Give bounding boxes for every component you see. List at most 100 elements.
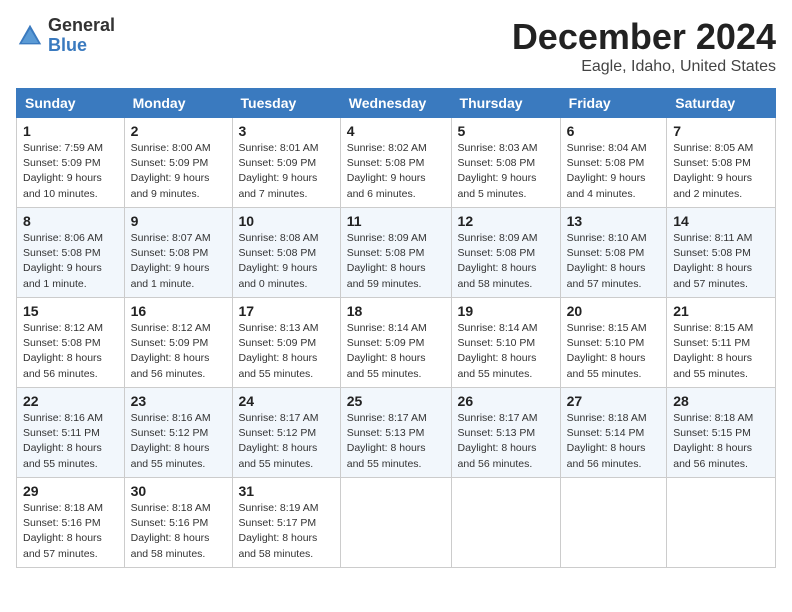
col-wednesday: Wednesday bbox=[340, 89, 451, 118]
logo-icon bbox=[16, 22, 44, 50]
day-number: 20 bbox=[567, 303, 661, 319]
day-info: Sunrise: 8:16 AM Sunset: 5:11 PM Dayligh… bbox=[23, 411, 118, 472]
table-cell bbox=[451, 478, 560, 568]
day-number: 13 bbox=[567, 213, 661, 229]
table-cell: 25 Sunrise: 8:17 AM Sunset: 5:13 PM Dayli… bbox=[340, 388, 451, 478]
day-info: Sunrise: 8:05 AM Sunset: 5:08 PM Dayligh… bbox=[673, 141, 769, 202]
day-number: 3 bbox=[239, 123, 334, 139]
logo-general: General bbox=[48, 16, 115, 36]
table-cell: 11Sunrise: 8:09 AM Sunset: 5:08 PM Dayli… bbox=[340, 208, 451, 298]
calendar-table: Sunday Monday Tuesday Wednesday Thursday… bbox=[16, 88, 776, 568]
table-cell: 1Sunrise: 7:59 AM Sunset: 5:09 PM Daylig… bbox=[17, 118, 125, 208]
day-info: Sunrise: 8:14 AM Sunset: 5:09 PM Dayligh… bbox=[347, 321, 445, 382]
table-cell: 20 Sunrise: 8:15 AM Sunset: 5:10 PM Dayli… bbox=[560, 298, 667, 388]
table-cell: 29Sunrise: 8:18 AM Sunset: 5:16 PM Dayli… bbox=[17, 478, 125, 568]
day-number: 14 bbox=[673, 213, 769, 229]
day-info: Sunrise: 8:16 AM Sunset: 5:12 PM Dayligh… bbox=[131, 411, 226, 472]
day-info: Sunrise: 8:11 AM Sunset: 5:08 PM Dayligh… bbox=[673, 231, 769, 292]
table-cell: 19Sunrise: 8:14 AM Sunset: 5:10 PM Dayli… bbox=[451, 298, 560, 388]
col-saturday: Saturday bbox=[667, 89, 776, 118]
day-number: 24 bbox=[239, 393, 334, 409]
day-info: Sunrise: 8:03 AM Sunset: 5:08 PM Dayligh… bbox=[458, 141, 554, 202]
day-number: 6 bbox=[567, 123, 661, 139]
day-info: Sunrise: 8:12 AM Sunset: 5:09 PM Dayligh… bbox=[131, 321, 226, 382]
day-number: 28 bbox=[673, 393, 769, 409]
day-number: 26 bbox=[458, 393, 554, 409]
table-cell: 8 Sunrise: 8:06 AM Sunset: 5:08 PM Daylig… bbox=[17, 208, 125, 298]
day-number: 22 bbox=[23, 393, 118, 409]
table-cell bbox=[560, 478, 667, 568]
day-number: 2 bbox=[131, 123, 226, 139]
day-info: Sunrise: 8:18 AM Sunset: 5:16 PM Dayligh… bbox=[131, 501, 226, 562]
col-friday: Friday bbox=[560, 89, 667, 118]
day-number: 10 bbox=[239, 213, 334, 229]
day-number: 18 bbox=[347, 303, 445, 319]
logo: General Blue bbox=[16, 16, 115, 56]
day-info: Sunrise: 8:02 AM Sunset: 5:08 PM Dayligh… bbox=[347, 141, 445, 202]
day-number: 5 bbox=[458, 123, 554, 139]
day-number: 30 bbox=[131, 483, 226, 499]
day-number: 7 bbox=[673, 123, 769, 139]
day-info: Sunrise: 8:17 AM Sunset: 5:12 PM Dayligh… bbox=[239, 411, 334, 472]
table-cell: 12 Sunrise: 8:09 AM Sunset: 5:08 PM Dayli… bbox=[451, 208, 560, 298]
day-number: 17 bbox=[239, 303, 334, 319]
logo-text: General Blue bbox=[48, 16, 115, 56]
table-cell: 6 Sunrise: 8:04 AM Sunset: 5:08 PM Daylig… bbox=[560, 118, 667, 208]
table-cell: 9 Sunrise: 8:07 AM Sunset: 5:08 PM Daylig… bbox=[124, 208, 232, 298]
table-cell: 14 Sunrise: 8:11 AM Sunset: 5:08 PM Dayli… bbox=[667, 208, 776, 298]
table-cell: 5 Sunrise: 8:03 AM Sunset: 5:08 PM Daylig… bbox=[451, 118, 560, 208]
day-number: 15 bbox=[23, 303, 118, 319]
col-thursday: Thursday bbox=[451, 89, 560, 118]
logo-blue: Blue bbox=[48, 36, 115, 56]
table-cell: 16 Sunrise: 8:12 AM Sunset: 5:09 PM Dayli… bbox=[124, 298, 232, 388]
col-sunday: Sunday bbox=[17, 89, 125, 118]
day-info: Sunrise: 8:10 AM Sunset: 5:08 PM Dayligh… bbox=[567, 231, 661, 292]
day-info: Sunrise: 8:18 AM Sunset: 5:16 PM Dayligh… bbox=[23, 501, 118, 562]
day-info: Sunrise: 8:07 AM Sunset: 5:08 PM Dayligh… bbox=[131, 231, 226, 292]
table-cell: 13 Sunrise: 8:10 AM Sunset: 5:08 PM Dayli… bbox=[560, 208, 667, 298]
table-cell: 10Sunrise: 8:08 AM Sunset: 5:08 PM Dayli… bbox=[232, 208, 340, 298]
table-cell: 22 Sunrise: 8:16 AM Sunset: 5:11 PM Dayli… bbox=[17, 388, 125, 478]
day-number: 23 bbox=[131, 393, 226, 409]
day-number: 25 bbox=[347, 393, 445, 409]
title-section: December 2024 Eagle, Idaho, United State… bbox=[512, 16, 776, 76]
day-info: Sunrise: 8:06 AM Sunset: 5:08 PM Dayligh… bbox=[23, 231, 118, 292]
day-info: Sunrise: 8:18 AM Sunset: 5:15 PM Dayligh… bbox=[673, 411, 769, 472]
day-number: 16 bbox=[131, 303, 226, 319]
day-info: Sunrise: 8:19 AM Sunset: 5:17 PM Dayligh… bbox=[239, 501, 334, 562]
day-number: 9 bbox=[131, 213, 226, 229]
day-info: Sunrise: 8:17 AM Sunset: 5:13 PM Dayligh… bbox=[458, 411, 554, 472]
week-row-2: 8 Sunrise: 8:06 AM Sunset: 5:08 PM Daylig… bbox=[17, 208, 776, 298]
table-cell bbox=[340, 478, 451, 568]
table-cell: 2 Sunrise: 8:00 AM Sunset: 5:09 PM Daylig… bbox=[124, 118, 232, 208]
col-monday: Monday bbox=[124, 89, 232, 118]
day-info: Sunrise: 8:04 AM Sunset: 5:08 PM Dayligh… bbox=[567, 141, 661, 202]
table-cell: 15 Sunrise: 8:12 AM Sunset: 5:08 PM Dayli… bbox=[17, 298, 125, 388]
week-row-3: 15 Sunrise: 8:12 AM Sunset: 5:08 PM Dayli… bbox=[17, 298, 776, 388]
table-cell: 21Sunrise: 8:15 AM Sunset: 5:11 PM Dayli… bbox=[667, 298, 776, 388]
day-info: Sunrise: 7:59 AM Sunset: 5:09 PM Dayligh… bbox=[23, 141, 118, 202]
day-info: Sunrise: 8:12 AM Sunset: 5:08 PM Dayligh… bbox=[23, 321, 118, 382]
week-row-1: 1Sunrise: 7:59 AM Sunset: 5:09 PM Daylig… bbox=[17, 118, 776, 208]
table-cell: 7 Sunrise: 8:05 AM Sunset: 5:08 PM Daylig… bbox=[667, 118, 776, 208]
day-info: Sunrise: 8:01 AM Sunset: 5:09 PM Dayligh… bbox=[239, 141, 334, 202]
col-tuesday: Tuesday bbox=[232, 89, 340, 118]
table-cell: 27Sunrise: 8:18 AM Sunset: 5:14 PM Dayli… bbox=[560, 388, 667, 478]
day-info: Sunrise: 8:00 AM Sunset: 5:09 PM Dayligh… bbox=[131, 141, 226, 202]
table-cell: 26 Sunrise: 8:17 AM Sunset: 5:13 PM Dayli… bbox=[451, 388, 560, 478]
day-number: 8 bbox=[23, 213, 118, 229]
table-cell: 18 Sunrise: 8:14 AM Sunset: 5:09 PM Dayli… bbox=[340, 298, 451, 388]
page-header: General Blue December 2024 Eagle, Idaho,… bbox=[16, 16, 776, 76]
day-info: Sunrise: 8:15 AM Sunset: 5:10 PM Dayligh… bbox=[567, 321, 661, 382]
day-number: 4 bbox=[347, 123, 445, 139]
day-number: 12 bbox=[458, 213, 554, 229]
day-info: Sunrise: 8:09 AM Sunset: 5:08 PM Dayligh… bbox=[347, 231, 445, 292]
table-cell: 23 Sunrise: 8:16 AM Sunset: 5:12 PM Dayli… bbox=[124, 388, 232, 478]
day-info: Sunrise: 8:17 AM Sunset: 5:13 PM Dayligh… bbox=[347, 411, 445, 472]
day-info: Sunrise: 8:09 AM Sunset: 5:08 PM Dayligh… bbox=[458, 231, 554, 292]
day-number: 21 bbox=[673, 303, 769, 319]
table-cell: 31Sunrise: 8:19 AM Sunset: 5:17 PM Dayli… bbox=[232, 478, 340, 568]
table-cell: 28 Sunrise: 8:18 AM Sunset: 5:15 PM Dayli… bbox=[667, 388, 776, 478]
month-title: December 2024 bbox=[512, 16, 776, 58]
table-cell: 17Sunrise: 8:13 AM Sunset: 5:09 PM Dayli… bbox=[232, 298, 340, 388]
